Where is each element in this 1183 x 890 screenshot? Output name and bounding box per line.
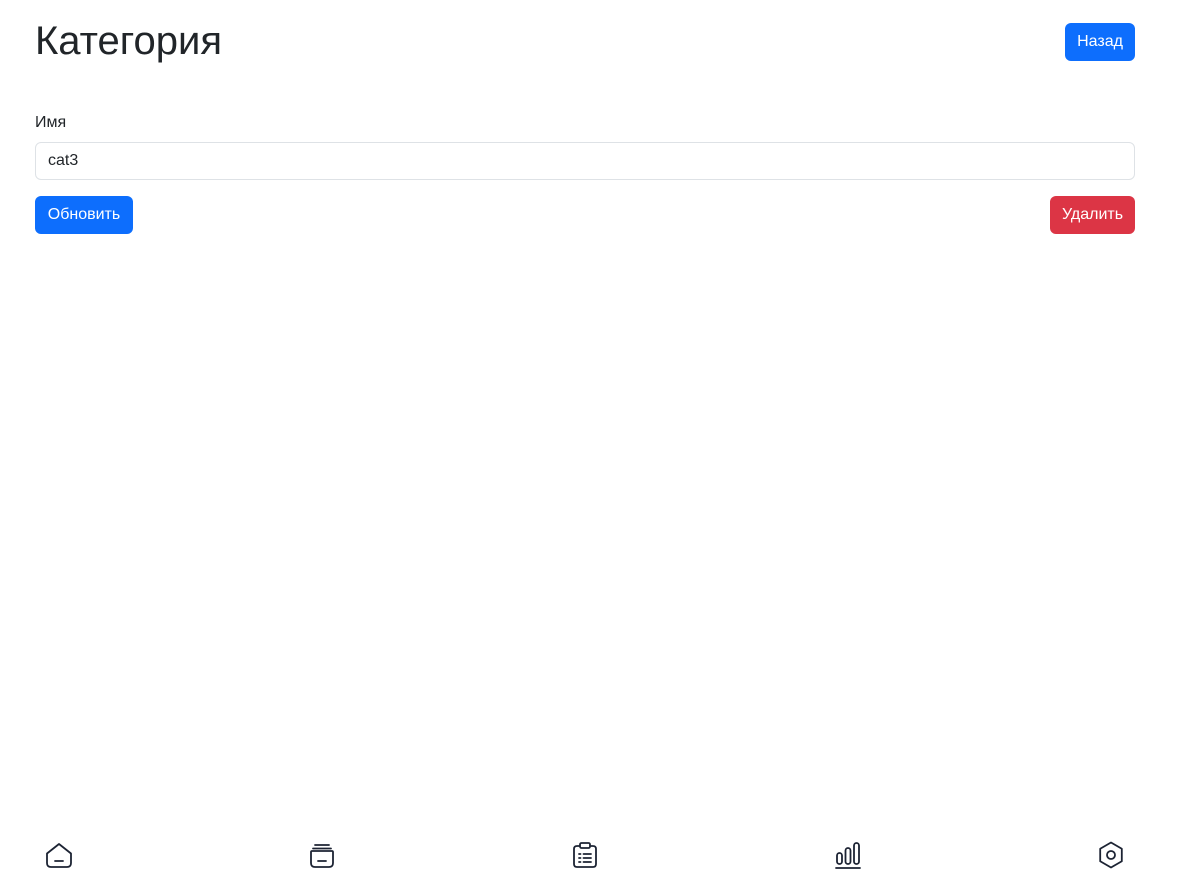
category-page: Категория Назад Имя Обновить Удалить xyxy=(0,0,1183,890)
clipboard-list-icon xyxy=(573,842,597,868)
nav-wallet[interactable] xyxy=(305,838,339,872)
nav-stats[interactable] xyxy=(831,838,865,872)
nav-list[interactable] xyxy=(568,838,602,872)
nav-home[interactable] xyxy=(42,838,76,872)
bottom-nav xyxy=(0,824,1183,890)
category-form: Имя Обновить Удалить xyxy=(35,112,1135,234)
update-button[interactable]: Обновить xyxy=(35,196,133,234)
delete-button[interactable]: Удалить xyxy=(1050,196,1135,234)
wallet-icon xyxy=(310,844,334,868)
nav-settings[interactable] xyxy=(1094,838,1128,872)
home-icon xyxy=(46,843,72,868)
bar-chart-icon xyxy=(835,842,861,869)
name-input[interactable] xyxy=(35,142,1135,180)
page-title: Категория xyxy=(35,19,222,63)
form-actions: Обновить Удалить xyxy=(35,196,1135,234)
name-label: Имя xyxy=(35,114,67,131)
page-header: Категория Назад xyxy=(35,18,1135,66)
settings-icon xyxy=(1099,841,1123,869)
back-button[interactable]: Назад xyxy=(1065,23,1135,61)
